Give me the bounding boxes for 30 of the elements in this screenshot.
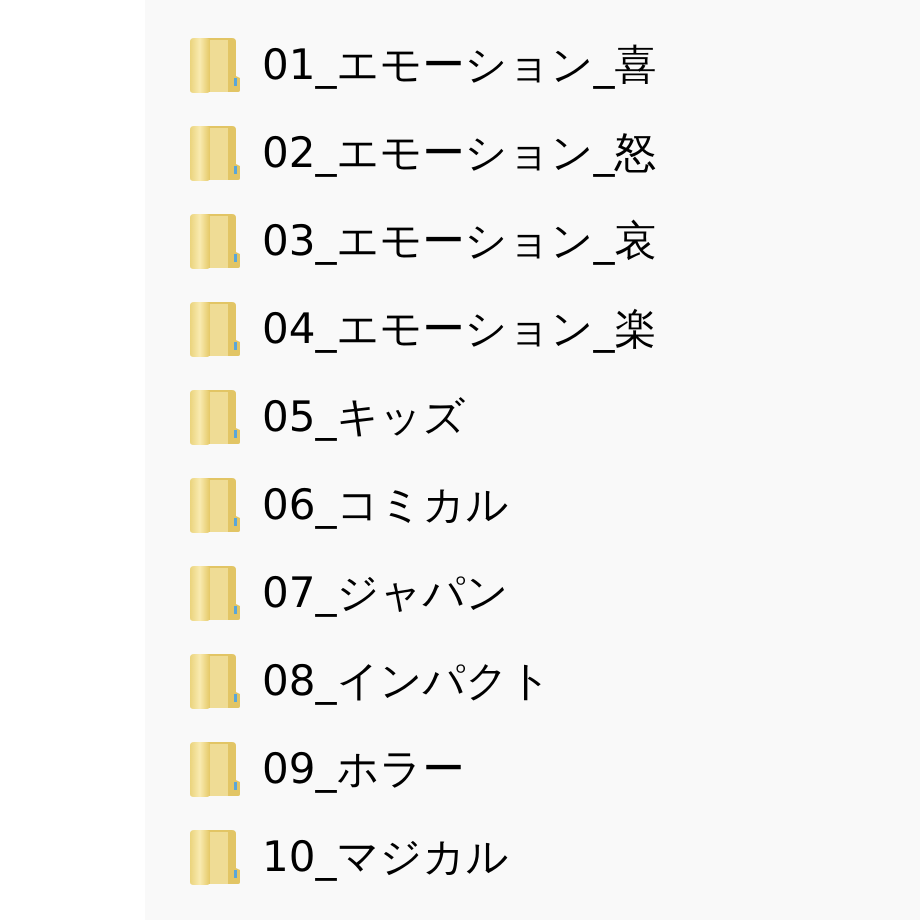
folder-icon: [188, 212, 242, 270]
folder-item[interactable]: 03_エモーション_哀: [188, 212, 920, 300]
folder-name: 09_ホラー: [262, 743, 464, 795]
folder-item[interactable]: 09_ホラー: [188, 740, 920, 828]
folder-name: 07_ジャパン: [262, 567, 508, 619]
folder-item[interactable]: 06_コミカル: [188, 476, 920, 564]
folder-item[interactable]: 07_ジャパン: [188, 564, 920, 652]
folder-name: 02_エモーション_怒: [262, 127, 656, 179]
folder-item[interactable]: 01_エモーション_喜: [188, 36, 920, 124]
folder-icon: [188, 476, 242, 534]
folder-icon: [188, 388, 242, 446]
folder-icon: [188, 652, 242, 710]
folder-icon: [188, 36, 242, 94]
folder-item[interactable]: 05_キッズ: [188, 388, 920, 476]
folder-icon: [188, 300, 242, 358]
folder-name: 10_マジカル: [262, 831, 508, 883]
folder-name: 08_インパクト: [262, 655, 552, 707]
folder-item[interactable]: 02_エモーション_怒: [188, 124, 920, 212]
folder-icon: [188, 564, 242, 622]
folder-name: 01_エモーション_喜: [262, 39, 656, 91]
folder-icon: [188, 740, 242, 798]
folder-item[interactable]: 04_エモーション_楽: [188, 300, 920, 388]
folder-name: 05_キッズ: [262, 391, 466, 443]
folder-name: 06_コミカル: [262, 479, 508, 531]
folder-item[interactable]: 08_インパクト: [188, 652, 920, 740]
folder-icon: [188, 124, 242, 182]
folder-icon: [188, 828, 242, 886]
folder-name: 04_エモーション_楽: [262, 303, 656, 355]
folder-item[interactable]: 10_マジカル: [188, 828, 920, 916]
folder-name: 03_エモーション_哀: [262, 215, 656, 267]
